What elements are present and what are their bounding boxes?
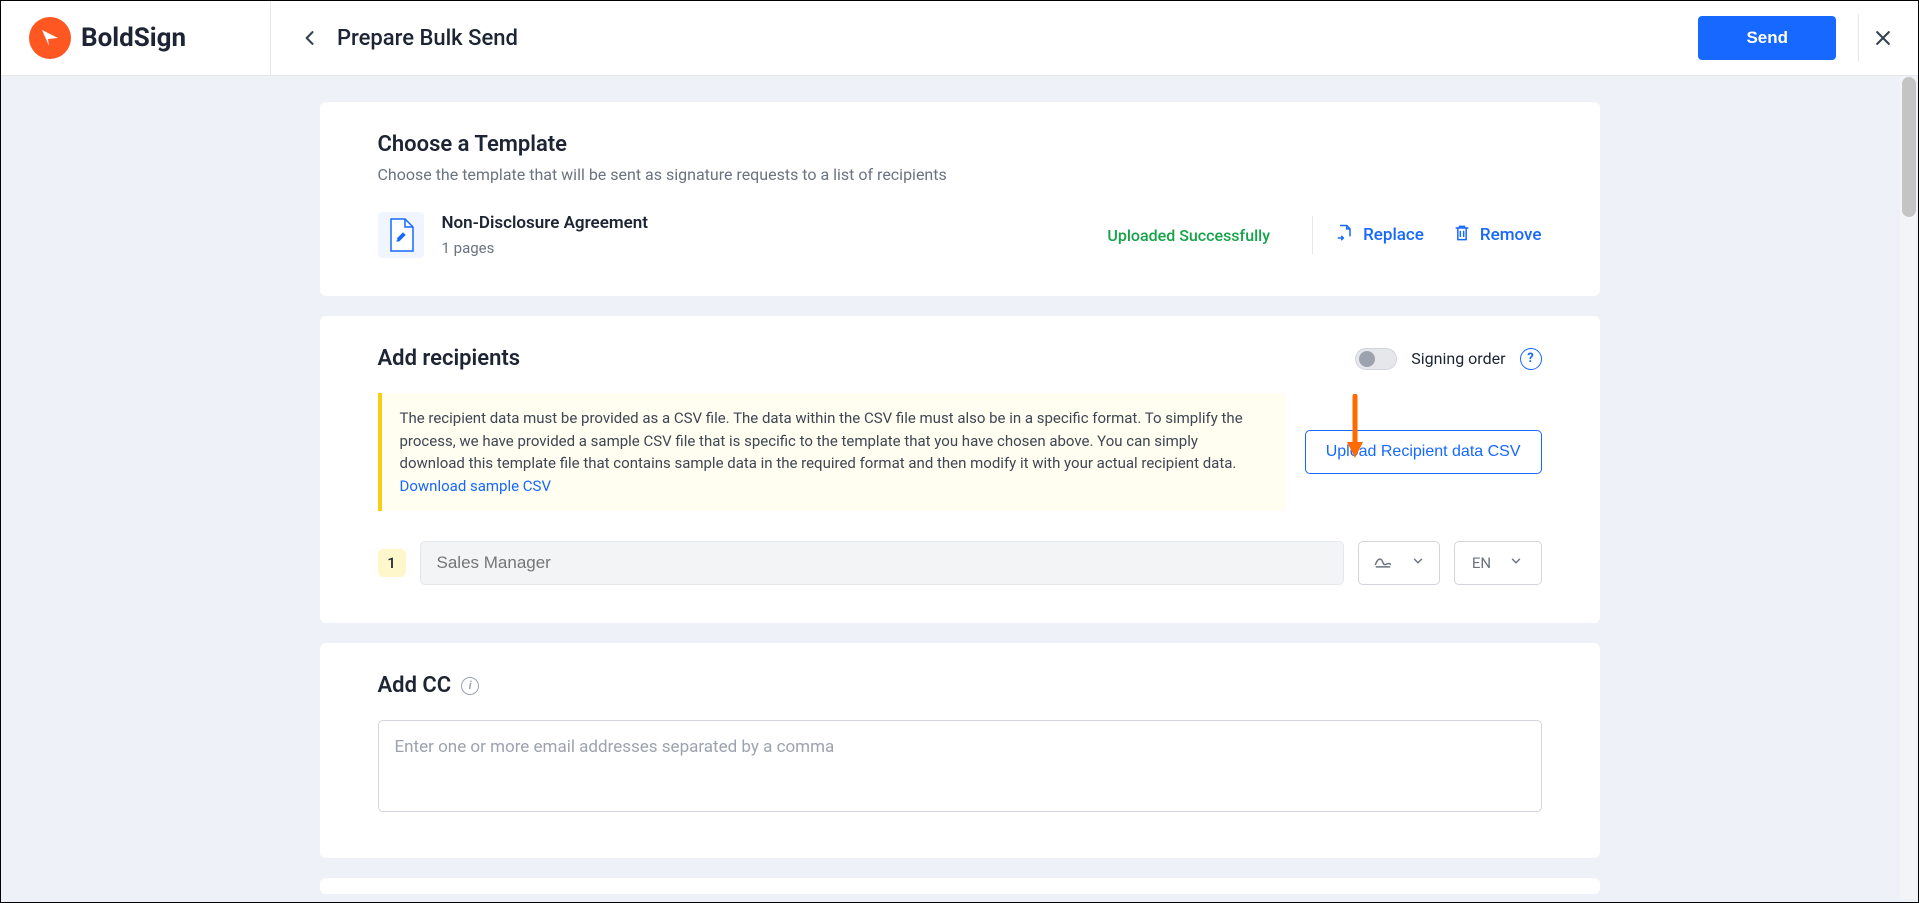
recipient-row: 1 EN bbox=[378, 541, 1542, 585]
send-button[interactable]: Send bbox=[1698, 16, 1836, 60]
close-button[interactable] bbox=[1858, 14, 1906, 62]
scrollbar-thumb[interactable] bbox=[1902, 77, 1916, 217]
cc-card: Add CC i bbox=[320, 643, 1600, 858]
main: Choose a Template Choose the template th… bbox=[1, 76, 1918, 894]
template-pages: 1 pages bbox=[442, 239, 1108, 257]
language-label: EN bbox=[1472, 554, 1491, 572]
recipient-role-input[interactable] bbox=[420, 541, 1344, 585]
upload-csv-button[interactable]: Upload Recipient data CSV bbox=[1305, 430, 1542, 474]
signing-order-area: Signing order ? bbox=[1355, 348, 1541, 370]
help-icon[interactable]: ? bbox=[1520, 348, 1542, 370]
trash-icon bbox=[1452, 223, 1472, 248]
back-button[interactable] bbox=[295, 23, 325, 53]
recipient-number: 1 bbox=[378, 549, 406, 577]
csv-info-box: The recipient data must be provided as a… bbox=[378, 393, 1285, 511]
divider bbox=[1312, 216, 1313, 254]
header: BoldSign Prepare Bulk Send Send bbox=[1, 1, 1918, 76]
info-icon[interactable]: i bbox=[461, 677, 479, 695]
csv-info-text: The recipient data must be provided as a… bbox=[400, 409, 1243, 472]
download-sample-link[interactable]: Download sample CSV bbox=[400, 477, 552, 495]
page-title: Prepare Bulk Send bbox=[337, 26, 518, 51]
chevron-down-icon bbox=[1411, 554, 1425, 572]
template-row: Non-Disclosure Agreement 1 pages Uploade… bbox=[378, 212, 1542, 258]
signing-order-label: Signing order bbox=[1411, 349, 1505, 368]
logo-text: BoldSign bbox=[81, 23, 186, 53]
logo-icon bbox=[29, 17, 71, 59]
cc-title: Add CC bbox=[378, 673, 452, 698]
template-card-subtitle: Choose the template that will be sent as… bbox=[378, 165, 1542, 184]
remove-button[interactable]: Remove bbox=[1452, 223, 1542, 248]
signature-icon bbox=[1373, 552, 1393, 574]
language-dropdown[interactable]: EN bbox=[1454, 541, 1542, 585]
remove-label: Remove bbox=[1480, 225, 1542, 245]
recipients-title: Add recipients bbox=[378, 346, 521, 371]
next-card-peek bbox=[320, 878, 1600, 894]
template-name: Non-Disclosure Agreement bbox=[442, 213, 1108, 233]
recipients-card: Add recipients Signing order ? The recip… bbox=[320, 316, 1600, 623]
document-icon bbox=[378, 212, 424, 258]
cc-input[interactable] bbox=[378, 720, 1542, 812]
signing-order-toggle[interactable] bbox=[1355, 348, 1397, 370]
replace-label: Replace bbox=[1363, 225, 1424, 245]
template-info: Non-Disclosure Agreement 1 pages bbox=[442, 213, 1108, 257]
signature-type-dropdown[interactable] bbox=[1358, 541, 1440, 585]
template-card-title: Choose a Template bbox=[378, 132, 1542, 157]
template-card: Choose a Template Choose the template th… bbox=[320, 102, 1600, 296]
replace-button[interactable]: Replace bbox=[1335, 223, 1424, 248]
replace-icon bbox=[1335, 223, 1355, 248]
toggle-knob bbox=[1359, 351, 1375, 367]
chevron-down-icon bbox=[1509, 554, 1523, 572]
upload-status: Uploaded Successfully bbox=[1107, 226, 1270, 245]
logo-area[interactable]: BoldSign bbox=[1, 1, 271, 75]
